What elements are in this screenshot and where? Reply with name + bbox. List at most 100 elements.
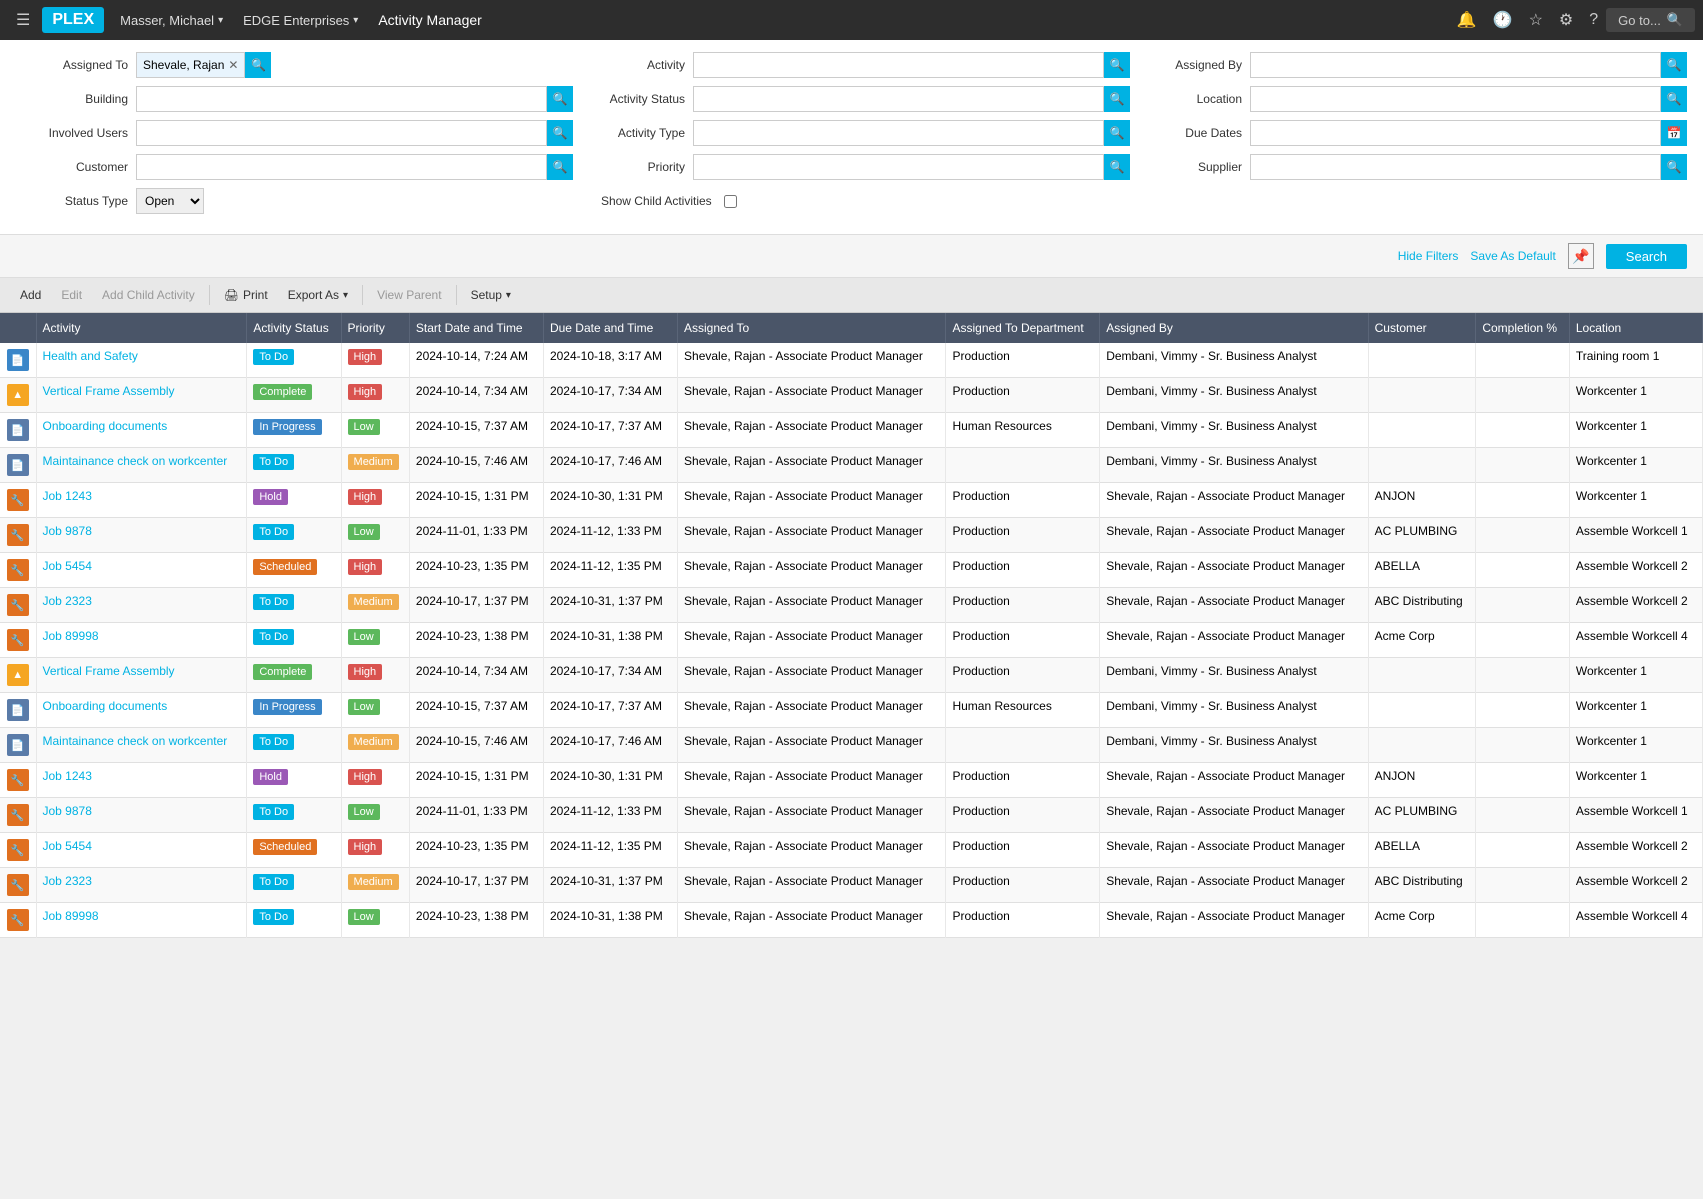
company-menu[interactable]: EDGE Enterprises ▾ <box>235 9 366 32</box>
building-input[interactable] <box>136 86 547 112</box>
row-completion <box>1476 518 1570 553</box>
favorites-icon[interactable]: ☆ <box>1525 6 1547 34</box>
row-assigned-to: Shevale, Rajan - Associate Product Manag… <box>678 763 946 798</box>
hamburger-menu[interactable]: ☰ <box>8 6 38 34</box>
assigned-to-tag: Shevale, Rajan ✕ <box>136 52 245 78</box>
row-assigned-to: Shevale, Rajan - Associate Product Manag… <box>678 448 946 483</box>
activity-search-button[interactable]: 🔍 <box>1104 52 1130 78</box>
activity-input[interactable] <box>693 52 1104 78</box>
col-completion[interactable]: Completion % <box>1476 313 1570 343</box>
status-type-select[interactable]: Open Closed All <box>136 188 204 214</box>
row-assigned-by: Shevale, Rajan - Associate Product Manag… <box>1100 868 1368 903</box>
row-status: Hold <box>247 763 341 798</box>
table-row: 📄 Onboarding documents In Progress Low 2… <box>0 693 1703 728</box>
activity-link[interactable]: Job 9878 <box>43 804 92 818</box>
activity-link[interactable]: Onboarding documents <box>43 699 168 713</box>
priority-search-button[interactable]: 🔍 <box>1104 154 1130 180</box>
activity-type-input[interactable] <box>693 120 1104 146</box>
assigned-by-input[interactable] <box>1250 52 1661 78</box>
goto-search-icon: 🔍 <box>1667 12 1683 28</box>
activity-type-icon: 🔧 <box>7 629 29 651</box>
save-as-default-link[interactable]: Save As Default <box>1470 249 1555 263</box>
activity-link[interactable]: Maintainance check on workcenter <box>43 734 228 748</box>
row-assigned-by: Shevale, Rajan - Associate Product Manag… <box>1100 798 1368 833</box>
supplier-search-button[interactable]: 🔍 <box>1661 154 1687 180</box>
history-icon[interactable]: 🕐 <box>1489 6 1517 34</box>
assigned-to-clear-icon[interactable]: ✕ <box>228 58 238 72</box>
col-activity[interactable]: Activity <box>36 313 247 343</box>
activity-link[interactable]: Job 1243 <box>43 769 92 783</box>
hide-filters-link[interactable]: Hide Filters <box>1398 249 1459 263</box>
print-button[interactable]: 🖨 Print <box>216 284 276 306</box>
activity-link[interactable]: Job 89998 <box>43 909 99 923</box>
priority-input[interactable] <box>693 154 1104 180</box>
activity-link[interactable]: Maintainance check on workcenter <box>43 454 228 468</box>
row-department: Production <box>946 763 1100 798</box>
activity-type-icon: 📄 <box>7 699 29 721</box>
row-location: Workcenter 1 <box>1569 448 1702 483</box>
goto-button[interactable]: Go to... 🔍 <box>1606 8 1695 32</box>
activity-link[interactable]: Job 2323 <box>43 874 92 888</box>
row-due-date: 2024-11-12, 1:33 PM <box>543 518 677 553</box>
row-start-date: 2024-11-01, 1:33 PM <box>409 518 543 553</box>
activity-link[interactable]: Job 5454 <box>43 559 92 573</box>
export-as-button[interactable]: Export As ▾ <box>280 284 356 306</box>
help-icon[interactable]: ? <box>1585 7 1602 33</box>
add-child-button[interactable]: Add Child Activity <box>94 284 203 306</box>
col-priority[interactable]: Priority <box>341 313 409 343</box>
row-due-date: 2024-10-30, 1:31 PM <box>543 763 677 798</box>
row-status: To Do <box>247 448 341 483</box>
col-customer[interactable]: Customer <box>1368 313 1476 343</box>
row-priority: Medium <box>341 448 409 483</box>
row-location: Assemble Workcell 2 <box>1569 868 1702 903</box>
activity-link[interactable]: Onboarding documents <box>43 419 168 433</box>
activity-link[interactable]: Job 1243 <box>43 489 92 503</box>
pin-button[interactable]: 📌 <box>1568 243 1594 269</box>
assigned-by-search-button[interactable]: 🔍 <box>1661 52 1687 78</box>
assigned-to-search-button[interactable]: 🔍 <box>245 52 271 78</box>
involved-users-search-button[interactable]: 🔍 <box>547 120 573 146</box>
plex-logo[interactable]: PLEX <box>42 7 104 33</box>
due-dates-calendar-button[interactable]: 📅 <box>1661 120 1687 146</box>
edit-button[interactable]: Edit <box>53 284 90 306</box>
building-search-button[interactable]: 🔍 <box>547 86 573 112</box>
supplier-input[interactable] <box>1250 154 1661 180</box>
activity-link[interactable]: Job 9878 <box>43 524 92 538</box>
col-department[interactable]: Assigned To Department <box>946 313 1100 343</box>
notifications-icon[interactable]: 🔔 <box>1453 6 1481 34</box>
activity-link[interactable]: Job 89998 <box>43 629 99 643</box>
activity-type-icon: 🔧 <box>7 909 29 931</box>
col-assigned-by[interactable]: Assigned By <box>1100 313 1368 343</box>
col-due-date[interactable]: Due Date and Time <box>543 313 677 343</box>
activity-type-search-button[interactable]: 🔍 <box>1104 120 1130 146</box>
row-location: Assemble Workcell 1 <box>1569 798 1702 833</box>
customer-search-button[interactable]: 🔍 <box>547 154 573 180</box>
setup-button[interactable]: Setup ▾ <box>463 284 519 306</box>
user-menu[interactable]: Masser, Michael ▾ <box>112 9 231 32</box>
location-input[interactable] <box>1250 86 1661 112</box>
row-customer <box>1368 343 1476 378</box>
customer-input[interactable] <box>136 154 547 180</box>
activity-status-search-button[interactable]: 🔍 <box>1104 86 1130 112</box>
due-dates-input[interactable] <box>1250 120 1661 146</box>
row-priority: Low <box>341 903 409 938</box>
col-start-date[interactable]: Start Date and Time <box>409 313 543 343</box>
priority-badge: Low <box>348 629 380 645</box>
col-location[interactable]: Location <box>1569 313 1702 343</box>
activity-link[interactable]: Job 5454 <box>43 839 92 853</box>
activity-link[interactable]: Health and Safety <box>43 349 138 363</box>
activity-status-input[interactable] <box>693 86 1104 112</box>
activity-link[interactable]: Job 2323 <box>43 594 92 608</box>
search-button[interactable]: Search <box>1606 244 1687 269</box>
activity-link[interactable]: Vertical Frame Assembly <box>43 384 175 398</box>
settings-icon[interactable]: ⚙ <box>1555 6 1577 34</box>
location-search-button[interactable]: 🔍 <box>1661 86 1687 112</box>
col-assigned-to[interactable]: Assigned To <box>678 313 946 343</box>
col-status[interactable]: Activity Status <box>247 313 341 343</box>
activity-link[interactable]: Vertical Frame Assembly <box>43 664 175 678</box>
activity-type-icon: 🔧 <box>7 594 29 616</box>
show-child-checkbox[interactable] <box>724 195 737 208</box>
add-button[interactable]: Add <box>12 284 49 306</box>
involved-users-input[interactable] <box>136 120 547 146</box>
view-parent-button[interactable]: View Parent <box>369 284 449 306</box>
